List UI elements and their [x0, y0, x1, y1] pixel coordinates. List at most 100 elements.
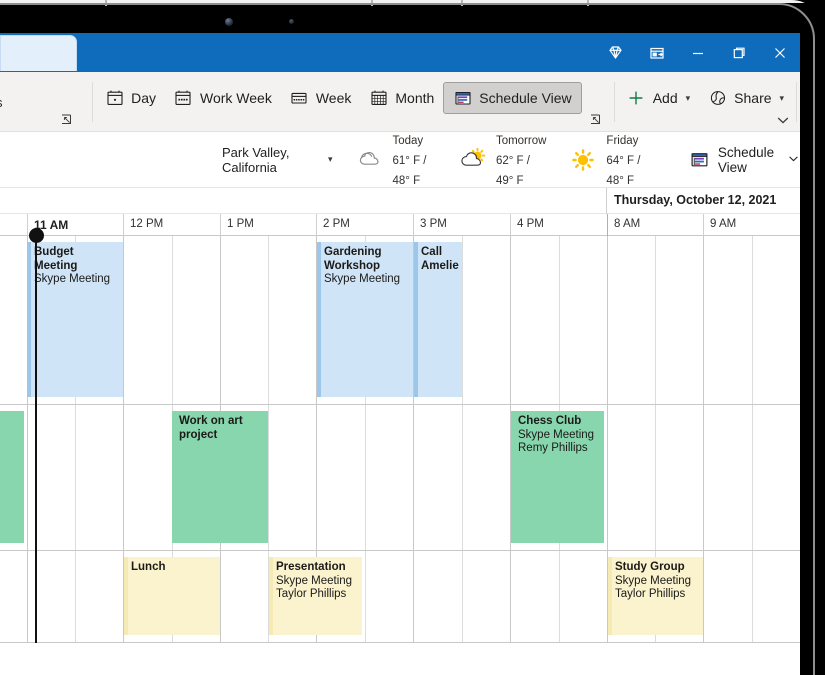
- event-organizer: Taylor Phillips: [615, 588, 697, 602]
- close-icon[interactable]: [759, 33, 800, 72]
- calendar-event[interactable]: Budget MeetingSkype Meeting: [27, 242, 123, 397]
- calendar-grid: Thursday, October 12, 2021 11 AM12 PM1 P…: [0, 188, 800, 643]
- grid-half-hour-line: [752, 236, 753, 643]
- ribbon-group-arrange: [582, 72, 611, 128]
- chevron-down-icon: ▾: [686, 93, 691, 104]
- calendar-hour-header-row: 11 AM12 PM1 PM2 PM3 PM4 PM8 AM9 AM: [0, 214, 800, 236]
- ribbon-button-label: Schedule View: [479, 90, 571, 106]
- grid-hour-line: [703, 236, 704, 643]
- calendar-body[interactable]: Budget MeetingSkype Meeting Gardening Wor…: [0, 236, 800, 643]
- calendar-day-header-row: Thursday, October 12, 2021: [0, 188, 800, 214]
- grid-row-divider: [0, 642, 800, 643]
- calendar-event[interactable]: Study GroupSkype MeetingTaylor Phillips: [608, 557, 703, 635]
- location-label: Park Valley, California: [222, 145, 319, 175]
- schedule-view-icon: [690, 150, 709, 169]
- event-accent-bar: [511, 411, 515, 543]
- ribbon-group-previous: s: [0, 72, 89, 128]
- event-accent-bar: [27, 242, 31, 397]
- event-accent-bar: [414, 242, 418, 397]
- event-title: Call Amelie: [421, 246, 456, 273]
- window-controls: [595, 33, 800, 72]
- schedule-view-icon: [453, 89, 472, 108]
- ribbon-separator: [796, 82, 797, 122]
- collapse-ribbon-icon[interactable]: [775, 112, 791, 128]
- webcam-icon: [225, 18, 233, 26]
- device-frame: s: [0, 0, 825, 675]
- hour-label: 3 PM: [413, 214, 510, 236]
- sensor-icon: [289, 19, 294, 24]
- calendar-month-icon: [369, 89, 388, 108]
- calendar-event[interactable]: Lunch: [124, 557, 220, 635]
- calendar-event[interactable]: PresentationSkype MeetingTaylor Phillips: [269, 557, 362, 635]
- weather-temp-label: 61° F / 48° F: [393, 155, 427, 187]
- calendar-event[interactable]: Chess ClubSkype MeetingRemy Phillips: [511, 411, 604, 543]
- chevron-down-icon: ▾: [780, 93, 785, 104]
- weather-temp-label: 62° F / 49° F: [496, 155, 530, 187]
- weather-text: Friday 64° F / 48° F: [606, 130, 649, 190]
- title-bar: [0, 33, 800, 72]
- event-title: Presentation: [276, 561, 356, 575]
- calendar-workweek-icon: [174, 89, 193, 108]
- event-title: Work on art project: [179, 415, 262, 442]
- event-organizer: Remy Phillips: [518, 442, 598, 456]
- share-icon: [708, 89, 727, 108]
- ribbon-button-day[interactable]: Day: [96, 82, 165, 114]
- ribbon-view-buttons: Day Work Week: [96, 75, 582, 121]
- weather-temp-label: 64° F / 48° F: [606, 155, 640, 187]
- event-accent-bar: [172, 411, 176, 543]
- event-subtitle: Skype Meeting: [324, 273, 407, 287]
- calendar-event[interactable]: [0, 411, 24, 543]
- bezel-tick: [587, 0, 589, 6]
- day-header-title: Thursday, October 12, 2021: [614, 193, 776, 207]
- calendar-event[interactable]: Gardening WorkshopSkype Meeting: [317, 242, 413, 397]
- calendar-day-icon: [105, 89, 124, 108]
- calendar-event[interactable]: Call Amelie: [414, 242, 462, 397]
- cloudy-icon: [355, 147, 385, 173]
- hour-label: 1 PM: [220, 214, 316, 236]
- calendar-event[interactable]: Work on art project: [172, 411, 268, 543]
- sunny-icon: [568, 147, 598, 173]
- window-tab[interactable]: [0, 35, 77, 71]
- bezel-tick: [461, 0, 463, 6]
- new-window-icon[interactable]: [636, 33, 677, 72]
- weather-today[interactable]: Today 61° F / 48° F: [355, 130, 436, 190]
- hour-label: 9 AM: [703, 214, 800, 236]
- chevron-down-icon: ▾: [328, 154, 333, 165]
- dialog-launcher-icon[interactable]: [590, 112, 601, 123]
- hour-label: 4 PM: [510, 214, 607, 236]
- grid-half-hour-line: [462, 236, 463, 643]
- event-subtitle: Skype Meeting: [615, 575, 697, 589]
- event-organizer: Taylor Phillips: [276, 588, 356, 602]
- hour-label: 12 PM: [123, 214, 220, 236]
- ribbon-button-work-week[interactable]: Work Week: [165, 82, 281, 114]
- partly-sunny-icon: [458, 147, 488, 173]
- ribbon-button-share[interactable]: Share ▾: [699, 82, 793, 114]
- ribbon-button-month[interactable]: Month: [360, 82, 443, 114]
- bezel-tick: [371, 0, 373, 6]
- diamond-icon[interactable]: [595, 33, 636, 72]
- weather-bar: Park Valley, California ▾ Today 61° F / …: [0, 132, 800, 188]
- ribbon-action-buttons: Add ▾ Share ▾: [618, 75, 793, 121]
- ribbon-button-label: Day: [131, 90, 156, 106]
- plus-icon: [627, 89, 646, 108]
- maximize-icon[interactable]: [718, 33, 759, 72]
- minimize-icon[interactable]: [677, 33, 718, 72]
- ribbon-button-week[interactable]: Week: [281, 82, 361, 114]
- ribbon-separator: [614, 82, 615, 122]
- grid-row-divider: [0, 550, 800, 551]
- view-picker[interactable]: Schedule View: [690, 145, 800, 175]
- dialog-launcher-icon[interactable]: [61, 112, 72, 123]
- ribbon-button-schedule-view[interactable]: Schedule View: [443, 82, 581, 114]
- event-title: Study Group: [615, 561, 697, 575]
- current-time-line: [35, 236, 37, 643]
- weather-day-label: Tomorrow: [496, 135, 546, 147]
- weather-tomorrow[interactable]: Tomorrow 62° F / 49° F: [458, 130, 546, 190]
- ribbon-button-label: Week: [316, 90, 352, 106]
- ribbon-button-label: Add: [653, 90, 678, 106]
- day-header-blank: [0, 188, 607, 214]
- weather-friday[interactable]: Friday 64° F / 48° F: [568, 130, 649, 190]
- ribbon-button-add[interactable]: Add ▾: [618, 82, 699, 114]
- event-title: Chess Club: [518, 415, 598, 429]
- location-selector[interactable]: Park Valley, California ▾: [222, 145, 333, 175]
- bezel-tick: [105, 0, 107, 6]
